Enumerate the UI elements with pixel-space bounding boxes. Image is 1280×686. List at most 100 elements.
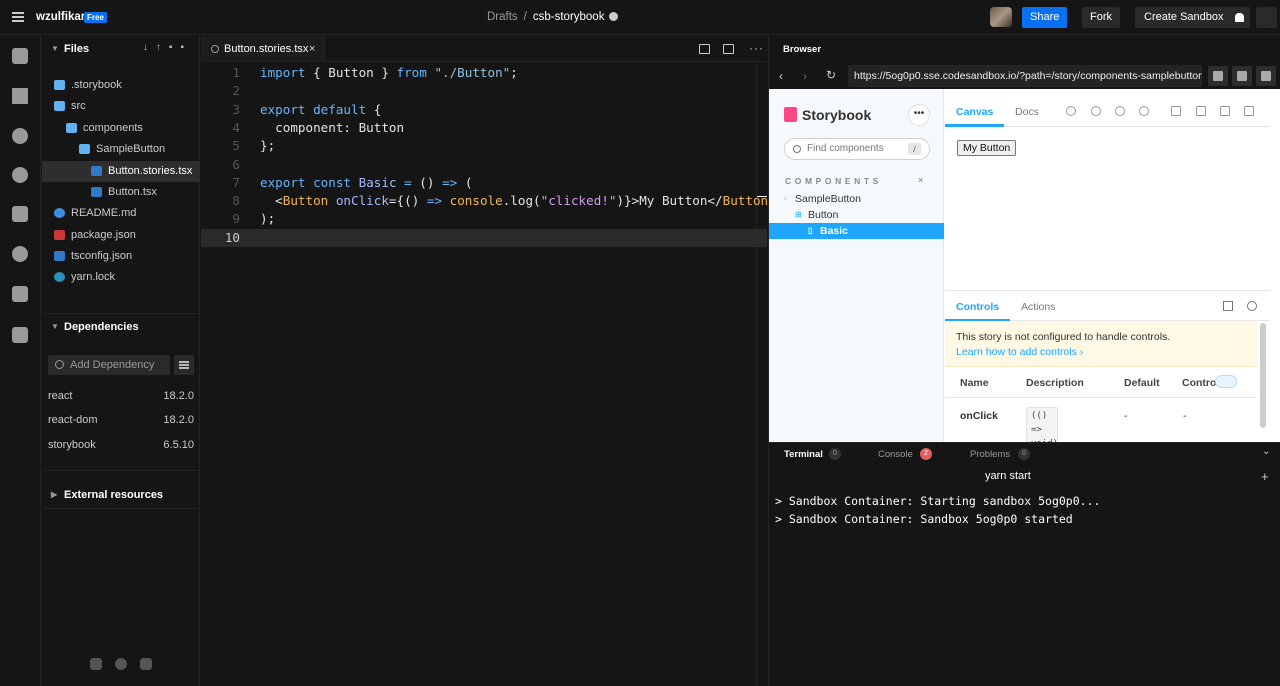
tree-item-tsconfig[interactable]: tsconfig.json <box>42 246 200 267</box>
more-options-button[interactable] <box>1256 7 1277 28</box>
panel-orientation-icon[interactable] <box>1223 301 1233 311</box>
collapse-icon[interactable]: × <box>918 175 923 185</box>
tree-item-samplebutton[interactable]: SampleButton <box>42 139 200 160</box>
share-button[interactable]: Share <box>1022 7 1068 28</box>
split-view-icon[interactable] <box>699 44 710 54</box>
dependency-row[interactable]: storybook 6.5.10 <box>48 439 194 451</box>
tab-controls[interactable]: Controls <box>956 301 999 313</box>
active-tab-underline <box>945 124 1004 127</box>
gear-icon[interactable] <box>12 167 28 183</box>
file-actions[interactable]: ↓↑▪▪ <box>143 42 192 53</box>
typescript-file-icon <box>91 166 102 176</box>
preview-icon[interactable] <box>723 44 734 54</box>
storybook-menu-button[interactable]: ••• <box>908 104 930 126</box>
breadcrumb-drafts[interactable]: Drafts <box>487 11 518 23</box>
controls-table-header: Name Description Default Control <box>945 367 1257 398</box>
close-panel-icon[interactable] <box>1247 301 1257 311</box>
story-tree-button[interactable]: ⊞ Button <box>769 207 944 223</box>
code-line: 1 import { Button } from "./Button"; <box>201 64 767 82</box>
preview-my-button[interactable]: My Button <box>957 140 1017 156</box>
codesandbox-icon[interactable] <box>1208 66 1228 86</box>
url-input[interactable]: https://5og0p0.sse.codesandbox.io/?path=… <box>848 65 1202 87</box>
controls-table-row: onClick (() => void) - - <box>945 399 1257 453</box>
rocket-icon[interactable] <box>12 286 28 302</box>
dependency-row[interactable]: react 18.2.0 <box>48 390 194 402</box>
column-name: Name <box>960 377 989 389</box>
tab-problems[interactable]: Problems <box>970 449 1010 460</box>
tree-item-src[interactable]: src <box>42 96 200 117</box>
tree-item-storybook[interactable]: .storybook <box>42 75 200 96</box>
external-resources-header[interactable]: ▶ External resources <box>42 482 200 508</box>
github-icon[interactable] <box>115 658 127 670</box>
addon-scrollbar[interactable] <box>1260 323 1266 428</box>
more-icon[interactable]: ··· <box>749 41 764 55</box>
users-icon[interactable] <box>12 327 28 343</box>
breadcrumb: Drafts / csb-storybook <box>487 11 619 23</box>
dependency-row[interactable]: react-dom 18.2.0 <box>48 414 194 426</box>
add-dependency-input[interactable]: Add Dependency <box>48 355 170 375</box>
add-terminal-icon[interactable]: + <box>1261 469 1269 484</box>
dependency-version: 18.2.0 <box>163 390 194 402</box>
line-number: 3 <box>232 101 240 117</box>
tree-item-button-stories[interactable]: Button.stories.tsx <box>42 161 200 182</box>
tree-item-components[interactable]: components <box>42 118 200 139</box>
dependency-list-icon[interactable] <box>174 355 194 375</box>
refresh-icon[interactable]: ↻ <box>826 68 836 82</box>
terminal-count-badge: 0 <box>829 448 841 460</box>
background-icon[interactable] <box>1171 106 1181 116</box>
tab-console[interactable]: Console <box>878 449 913 460</box>
measure-icon[interactable] <box>1244 106 1254 116</box>
username[interactable]: wzulfikar <box>36 11 85 23</box>
forward-arrow-icon[interactable]: › <box>803 69 807 83</box>
viewport-icon[interactable] <box>1220 106 1230 116</box>
terminal-subtitle[interactable]: yarn start <box>985 470 1031 482</box>
tab-canvas[interactable]: Canvas <box>956 106 993 118</box>
project-name[interactable]: csb-storybook <box>533 11 605 23</box>
tab-actions[interactable]: Actions <box>1021 301 1055 313</box>
server-icon[interactable] <box>12 206 28 222</box>
grid-icon[interactable] <box>1196 106 1206 116</box>
code-editor: Button.stories.tsx × ··· 1 import { Butto… <box>201 36 776 686</box>
search-icon[interactable] <box>12 128 28 144</box>
fork-button[interactable]: Fork <box>1082 7 1120 28</box>
dependencies-section-header[interactable]: ▼ Dependencies <box>42 314 200 340</box>
dependency-name: storybook <box>48 439 96 451</box>
back-arrow-icon[interactable]: ‹ <box>779 69 783 83</box>
create-sandbox-button[interactable]: Create Sandbox <box>1135 7 1233 28</box>
copy-icon[interactable] <box>1256 66 1276 86</box>
tree-item-button-tsx[interactable]: Button.tsx <box>42 182 200 203</box>
hamburger-menu-icon[interactable] <box>12 12 24 22</box>
story-tree-samplebutton[interactable]: ▫ SampleButton <box>769 191 944 207</box>
close-icon[interactable]: × <box>309 36 315 62</box>
tree-item-yarn-lock[interactable]: yarn.lock <box>42 267 200 288</box>
tree-item-readme[interactable]: README.md <box>42 203 200 224</box>
caret-down-icon: ▼ <box>51 44 59 53</box>
notifications-bell-icon[interactable] <box>1229 7 1250 28</box>
zoom-reset-icon[interactable] <box>1139 106 1149 116</box>
discord-icon[interactable] <box>140 658 152 670</box>
tree-item-label: yarn.lock <box>71 271 116 283</box>
reload-icon[interactable] <box>1066 106 1076 116</box>
add-dependency-placeholder: Add Dependency <box>70 359 155 371</box>
learn-controls-link[interactable]: Learn how to add controls › <box>956 346 1083 358</box>
column-description: Description <box>1026 377 1084 389</box>
warning-text: This story is not configured to handle c… <box>956 331 1171 343</box>
story-tree-basic[interactable]: ▯ Basic <box>769 223 944 239</box>
tab-docs[interactable]: Docs <box>1015 106 1039 118</box>
twitter-icon[interactable] <box>90 658 102 670</box>
github-icon[interactable] <box>12 246 28 262</box>
zoom-out-icon[interactable] <box>1115 106 1125 116</box>
reset-controls-icon[interactable] <box>1215 375 1237 388</box>
open-new-window-icon[interactable] <box>1232 66 1252 86</box>
tree-item-label: .storybook <box>71 79 122 91</box>
find-components-input[interactable]: Find components / <box>784 138 930 160</box>
avatar[interactable] <box>990 7 1012 27</box>
cube-icon[interactable] <box>12 48 28 64</box>
file-icon[interactable] <box>12 88 28 104</box>
tab-button-stories[interactable]: Button.stories.tsx × <box>201 36 325 62</box>
tab-terminal[interactable]: Terminal <box>784 449 823 460</box>
chevron-down-icon[interactable]: ⌄ <box>1262 446 1270 457</box>
tree-item-package-json[interactable]: package.json <box>42 225 200 246</box>
files-section-header[interactable]: ▼ Files ↓↑▪▪ <box>42 36 200 62</box>
zoom-in-icon[interactable] <box>1091 106 1101 116</box>
